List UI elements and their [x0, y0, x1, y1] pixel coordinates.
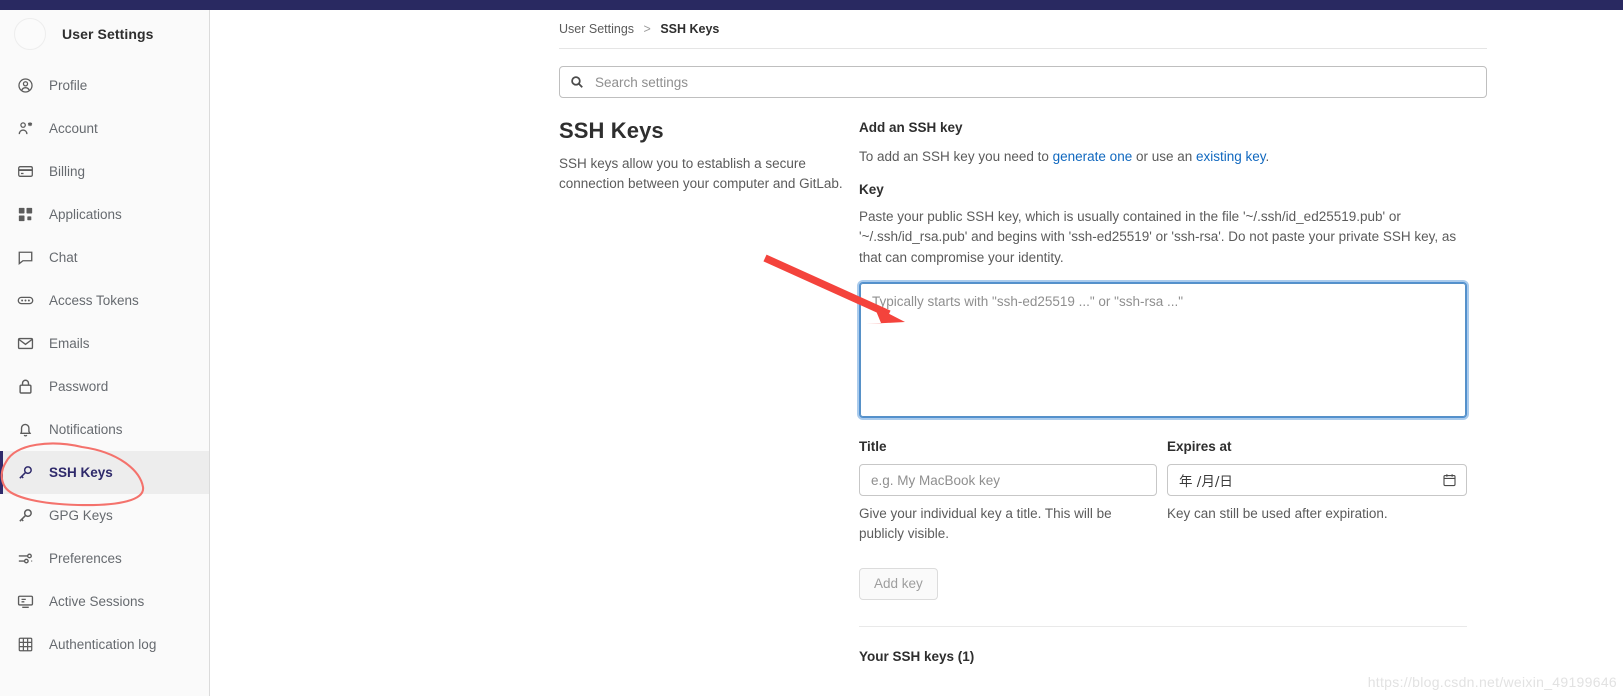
existing-key-link[interactable]: existing key — [1196, 149, 1266, 164]
page-description: SSH keys allow you to establish a secure… — [559, 156, 843, 192]
generate-one-link[interactable]: generate one — [1053, 149, 1133, 164]
sidebar-nav: Profile Account Billing Applications Cha… — [0, 64, 209, 666]
key-icon — [16, 464, 34, 482]
breadcrumb-parent[interactable]: User Settings — [559, 22, 634, 36]
title-field-label: Title — [859, 439, 887, 455]
sidebar-item-gpg-keys[interactable]: GPG Keys — [0, 494, 209, 537]
title-and-expiry-row: Title Give your individual key a title. … — [859, 439, 1467, 545]
intro-middle-text: or use an — [1132, 149, 1197, 164]
title-field-group: Title Give your individual key a title. … — [859, 439, 1157, 545]
sidebar-item-label: Emails — [49, 336, 90, 351]
ssh-keys-description-column: SSH Keys SSH keys allow you to establish… — [559, 118, 859, 664]
account-gear-icon — [16, 120, 34, 138]
sidebar-item-label: Profile — [49, 78, 88, 93]
top-navigation-bar — [0, 0, 1623, 10]
sidebar-item-profile[interactable]: Profile — [0, 64, 209, 107]
sidebar-item-label: Applications — [49, 207, 122, 222]
sidebar-item-preferences[interactable]: Preferences — [0, 537, 209, 580]
user-circle-icon — [16, 77, 34, 95]
title-field-help: Give your individual key a title. This w… — [859, 506, 1112, 542]
sidebar-item-label: Account — [49, 121, 98, 136]
sidebar-item-account[interactable]: Account — [0, 107, 209, 150]
ssh-key-textarea[interactable] — [857, 280, 1469, 421]
expires-at-input[interactable]: 年 /月/日 — [1167, 464, 1467, 497]
search-input[interactable] — [593, 73, 1476, 91]
search-icon — [570, 75, 584, 89]
grid-apps-icon — [16, 206, 34, 224]
sidebar-title: User Settings — [62, 26, 154, 42]
settings-columns: SSH Keys SSH keys allow you to establish… — [559, 118, 1487, 664]
sidebar-item-label: Chat — [49, 250, 78, 265]
sidebar-item-label: GPG Keys — [49, 508, 113, 523]
expires-at-help: Key can still be used after expiration. — [1167, 506, 1388, 522]
token-icon — [16, 292, 34, 310]
sidebar-item-label: Notifications — [49, 422, 123, 437]
main-content: User Settings > SSH Keys SSH Keys SSH ke… — [210, 10, 1623, 696]
sidebar-item-authentication-log[interactable]: Authentication log — [0, 623, 209, 666]
lock-icon — [16, 378, 34, 396]
form-divider — [859, 625, 1467, 627]
key-icon — [16, 507, 34, 525]
sidebar-item-label: Access Tokens — [49, 293, 139, 308]
monitor-icon — [16, 593, 34, 611]
expires-at-value: 年 /月/日 — [1179, 474, 1233, 491]
sidebar-item-label: Active Sessions — [49, 594, 145, 609]
sidebar-item-label: SSH Keys — [49, 465, 113, 480]
sidebar-item-password[interactable]: Password — [0, 365, 209, 408]
watermark-text: https://blog.csdn.net/weixin_49199646 — [1367, 674, 1617, 690]
avatar — [14, 18, 46, 50]
key-field-help: Paste your public SSH key, which is usua… — [859, 208, 1457, 265]
breadcrumb: User Settings > SSH Keys — [559, 10, 1623, 36]
sidebar-item-label: Preferences — [49, 551, 122, 566]
add-ssh-key-form: Add an SSH key To add an SSH key you nee… — [857, 118, 1469, 664]
sidebar-item-applications[interactable]: Applications — [0, 193, 209, 236]
header-divider — [559, 48, 1487, 49]
key-field-label: Key — [859, 181, 884, 197]
sidebar-item-notifications[interactable]: Notifications — [0, 408, 209, 451]
intro-prefix-text: To add an SSH key you need to — [859, 149, 1053, 164]
expires-at-field-group: Expires at 年 /月/日 Key can still be used … — [1167, 439, 1467, 545]
page-title: SSH Keys — [559, 118, 664, 143]
title-input[interactable] — [859, 464, 1157, 497]
chat-bubble-icon — [16, 249, 34, 267]
sidebar-item-label: Authentication log — [49, 637, 157, 652]
sidebar-item-chat[interactable]: Chat — [0, 236, 209, 279]
bell-icon — [16, 421, 34, 439]
sidebar-item-label: Password — [49, 379, 109, 394]
sidebar-item-emails[interactable]: Emails — [0, 322, 209, 365]
your-ssh-keys-heading: Your SSH keys (1) — [859, 648, 975, 664]
intro-suffix-text: . — [1265, 149, 1270, 164]
sidebar-item-ssh-keys[interactable]: SSH Keys — [0, 451, 209, 494]
sidebar-item-access-tokens[interactable]: Access Tokens — [0, 279, 209, 322]
add-key-button[interactable]: Add key — [859, 567, 938, 600]
envelope-icon — [16, 335, 34, 353]
add-ssh-key-heading: Add an SSH key — [859, 120, 963, 135]
sidebar-item-billing[interactable]: Billing — [0, 150, 209, 193]
sliders-icon — [16, 550, 34, 568]
calendar-icon[interactable] — [1442, 473, 1457, 488]
settings-sidebar: User Settings Profile Account Billing Ap… — [0, 10, 210, 696]
breadcrumb-current: SSH Keys — [660, 22, 720, 36]
sidebar-header: User Settings — [0, 10, 209, 58]
search-settings-field[interactable] — [559, 66, 1487, 98]
table-grid-icon — [16, 636, 34, 654]
credit-card-icon — [16, 163, 34, 181]
sidebar-item-active-sessions[interactable]: Active Sessions — [0, 580, 209, 623]
app-root: User Settings Profile Account Billing Ap… — [0, 0, 1623, 696]
expires-at-label: Expires at — [1167, 439, 1232, 455]
sidebar-item-label: Billing — [49, 164, 86, 179]
breadcrumb-separator: > — [643, 22, 651, 36]
add-ssh-key-intro: To add an SSH key you need to generate o… — [859, 147, 1467, 168]
